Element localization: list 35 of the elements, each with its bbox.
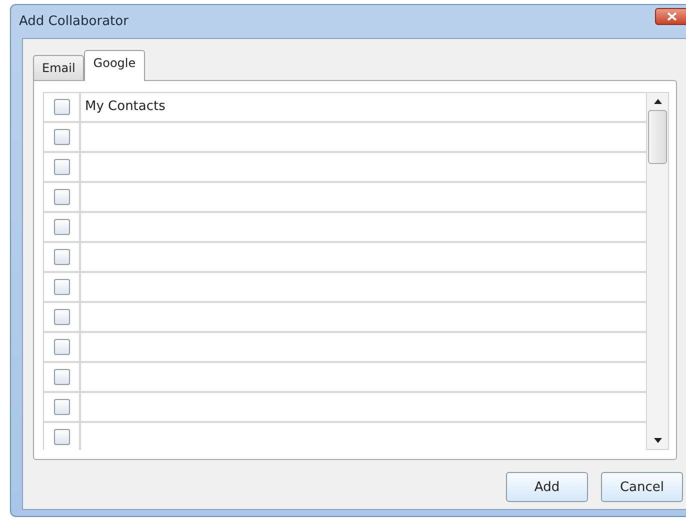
checkbox[interactable]	[54, 129, 70, 145]
checkbox[interactable]	[54, 279, 70, 295]
list-row[interactable]	[44, 333, 646, 363]
list-row[interactable]	[44, 273, 646, 303]
checkbox[interactable]	[54, 369, 70, 385]
cancel-button[interactable]: Cancel	[601, 472, 683, 502]
list-row[interactable]	[44, 243, 646, 273]
scroll-thumb[interactable]	[648, 110, 667, 164]
checkbox[interactable]	[54, 99, 70, 115]
list-row[interactable]	[44, 153, 646, 183]
checkbox[interactable]	[54, 399, 70, 415]
tab[interactable]: Google	[84, 50, 145, 81]
list-row[interactable]	[44, 183, 646, 213]
tab[interactable]: Email	[33, 55, 84, 80]
scroll-down-icon[interactable]	[654, 438, 662, 443]
checkbox[interactable]	[54, 339, 70, 355]
close-button[interactable]	[655, 8, 686, 25]
row-label: My Contacts	[84, 98, 166, 116]
list-row[interactable]	[44, 303, 646, 333]
list-row[interactable]: My Contacts	[44, 93, 646, 123]
checkbox[interactable]	[54, 219, 70, 235]
close-icon	[666, 12, 676, 21]
scrollbar[interactable]	[646, 92, 669, 450]
checkbox[interactable]	[54, 249, 70, 265]
window-title: Add Collaborator	[19, 14, 128, 29]
list-row[interactable]	[44, 363, 646, 393]
checkbox[interactable]	[54, 189, 70, 205]
checkbox[interactable]	[54, 429, 70, 445]
checkbox[interactable]	[54, 309, 70, 325]
checkbox[interactable]	[54, 159, 70, 175]
list-row[interactable]	[44, 123, 646, 153]
list-row[interactable]	[44, 213, 646, 243]
list-row[interactable]	[44, 393, 646, 423]
add-button[interactable]: Add	[506, 472, 588, 502]
scroll-up-icon[interactable]	[654, 99, 662, 104]
